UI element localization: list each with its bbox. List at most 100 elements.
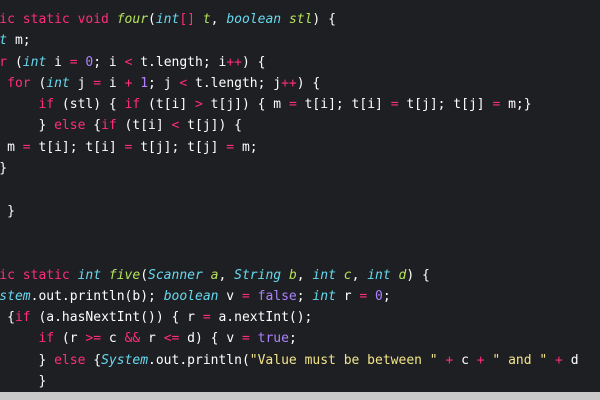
code-token: ; j [148, 75, 180, 91]
code-token: + [555, 352, 563, 368]
code-token: m; [234, 139, 258, 155]
code-token: , [210, 12, 227, 27]
code-token: ) { [312, 12, 336, 27]
code-token: int [312, 267, 336, 283]
code-line: } [0, 201, 579, 222]
code-token: int [367, 267, 391, 283]
code-line: } else {System.out.println("Value must b… [0, 350, 579, 371]
code-token: r [335, 288, 360, 304]
code-token: int [312, 288, 336, 304]
code-token: five [108, 267, 141, 283]
code-line: } [0, 371, 579, 392]
code-token: = [93, 75, 102, 91]
code-token: + [476, 352, 485, 368]
code-token: false [257, 288, 297, 304]
code-token: d) { v [179, 331, 242, 347]
code-token: ) { [296, 75, 321, 91]
code-token: public static void [0, 12, 109, 27]
code-line: if (stl) { if (t[i] > t[j]) { m = t[i]; … [0, 94, 579, 115]
code-token: public static [0, 267, 70, 283]
code-token: String [234, 267, 282, 283]
code-token: m;} [500, 97, 532, 113]
code-token: t [202, 12, 211, 27]
code-token: stl [288, 12, 313, 27]
code-token: , [218, 267, 235, 283]
code-token: ++ [226, 54, 242, 70]
code-token: if [101, 118, 117, 134]
code-token: , [296, 267, 313, 283]
code-line: for (int j = i + 1; j < t.length; j++) { [0, 73, 579, 94]
code-token: t[j]) { [179, 118, 242, 134]
code-line: if (r >= c && r <= d) { v = true; [0, 328, 579, 349]
code-token: c [343, 267, 352, 283]
code-token: ++ [281, 75, 297, 91]
code-token: t.length; i [132, 54, 227, 70]
code-token: m [7, 139, 15, 155]
code-token: } [7, 203, 15, 219]
code-token: (stl) { [54, 97, 125, 113]
code-token: = [226, 139, 235, 155]
code-token: (t[i] [116, 118, 172, 134]
code-token: } [38, 352, 47, 368]
code-token: int [77, 267, 102, 283]
code-token: for [7, 75, 31, 91]
code-area[interactable]: public static void four(int[] t, boolean… [0, 9, 579, 400]
code-token: ( [7, 54, 23, 70]
code-token: int [46, 75, 70, 91]
code-token: "Value must be between " [249, 352, 438, 368]
code-token: = [241, 331, 250, 347]
code-line: public static void four(int[] t, boolean… [0, 9, 579, 30]
code-token: , [351, 267, 368, 283]
code-token: ( [30, 75, 47, 91]
code-token: ; [296, 288, 313, 304]
code-token: (r [54, 331, 86, 347]
code-line: for (int i = 0; i < t.length; i++) { [0, 52, 579, 73]
code-token: (t[i] [140, 97, 196, 113]
code-token: t[i]; t[i] [296, 97, 391, 113]
code-token: <= [163, 331, 180, 347]
code-token: > [195, 97, 203, 113]
code-token: = [288, 97, 297, 113]
code-token: d [562, 352, 579, 368]
code-token: .out.println(b); [30, 288, 164, 304]
code-token: = [69, 54, 78, 70]
code-token: (a.hasNextInt()) { r [30, 310, 203, 326]
code-token: && [124, 331, 141, 347]
code-token: if [14, 310, 31, 326]
code-token: .out.println( [148, 352, 250, 368]
code-token: ( [140, 267, 149, 283]
code-line: } [0, 158, 579, 179]
code-token: ; i [93, 54, 125, 70]
code-token: c [453, 352, 477, 368]
horizontal-scrollbar[interactable] [0, 392, 600, 400]
code-token: ( [148, 12, 156, 27]
code-token: t[j]; t[j] [132, 139, 227, 155]
code-token: ; [382, 288, 391, 304]
code-token: 0 [375, 288, 383, 304]
code-token: < [179, 75, 188, 91]
code-token: " and " [492, 352, 548, 368]
code-editor[interactable]: public static void four(int[] t, boolean… [0, 0, 600, 400]
code-token: = [202, 310, 211, 326]
code-token: = [22, 139, 31, 155]
code-token: { [0, 310, 15, 326]
code-token: } [38, 374, 47, 390]
code-token: { [85, 118, 102, 134]
code-token: c [101, 331, 125, 347]
code-token: if [124, 97, 141, 113]
code-token: 1 [140, 75, 149, 91]
code-line: m = t[i]; t[i] = t[j]; t[j] = m; [0, 137, 579, 158]
code-token: true [257, 331, 289, 347]
code-token: t[j]; t[j] [398, 97, 493, 113]
code-token: if [38, 97, 55, 113]
